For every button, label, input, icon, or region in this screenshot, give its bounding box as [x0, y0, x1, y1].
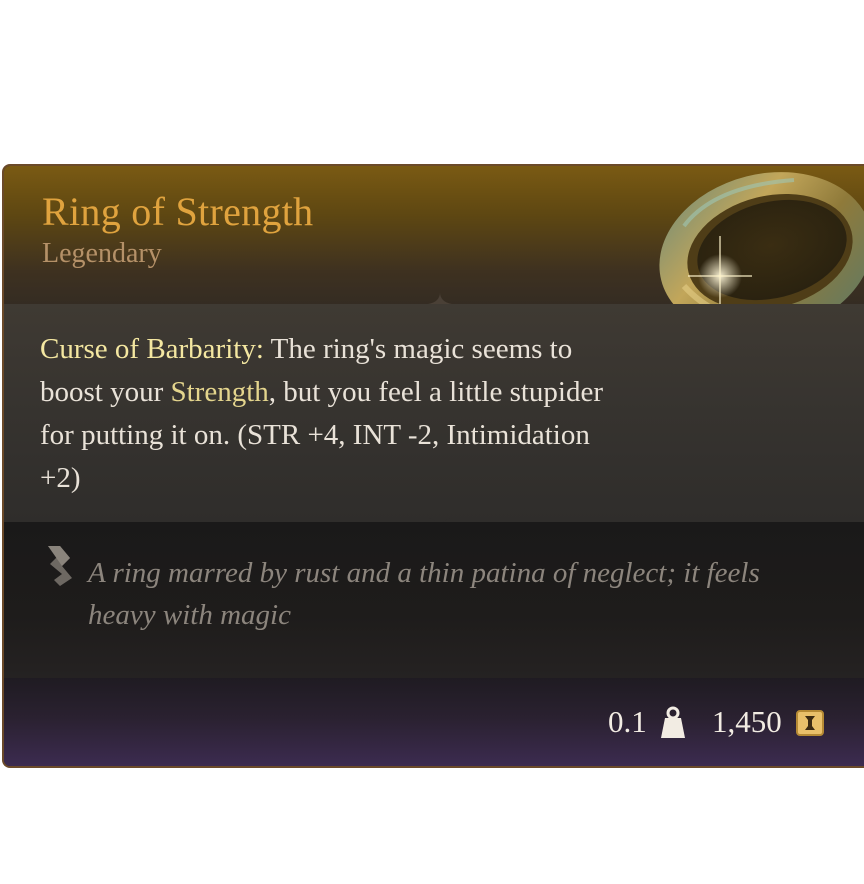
tooltip-footer: 0.1 1,450	[4, 678, 864, 766]
price-value: 1,450	[712, 704, 782, 739]
weight-value: 0.1	[608, 704, 647, 739]
item-description: Curse of Barbarity: The ring's magic see…	[4, 304, 864, 522]
weight-icon	[661, 706, 685, 738]
item-rarity: Legendary	[42, 238, 162, 269]
item-name: Ring of Strength	[42, 189, 314, 234]
description-text: Curse of Barbarity: The ring's magic see…	[40, 328, 620, 500]
item-tooltip: Ring of Strength Legendary Curse of Barb…	[2, 164, 864, 768]
lore-section: A ring marred by rust and a thin patina …	[4, 522, 864, 678]
divider-notch	[428, 292, 452, 304]
gold-coin-icon	[796, 710, 824, 736]
lore-text: A ring marred by rust and a thin patina …	[88, 557, 760, 631]
strength-keyword: Strength	[170, 376, 269, 408]
quill-icon	[48, 546, 72, 586]
tooltip-header: Ring of Strength Legendary	[4, 166, 864, 336]
passive-keyword: Curse of Barbarity:	[40, 333, 264, 365]
